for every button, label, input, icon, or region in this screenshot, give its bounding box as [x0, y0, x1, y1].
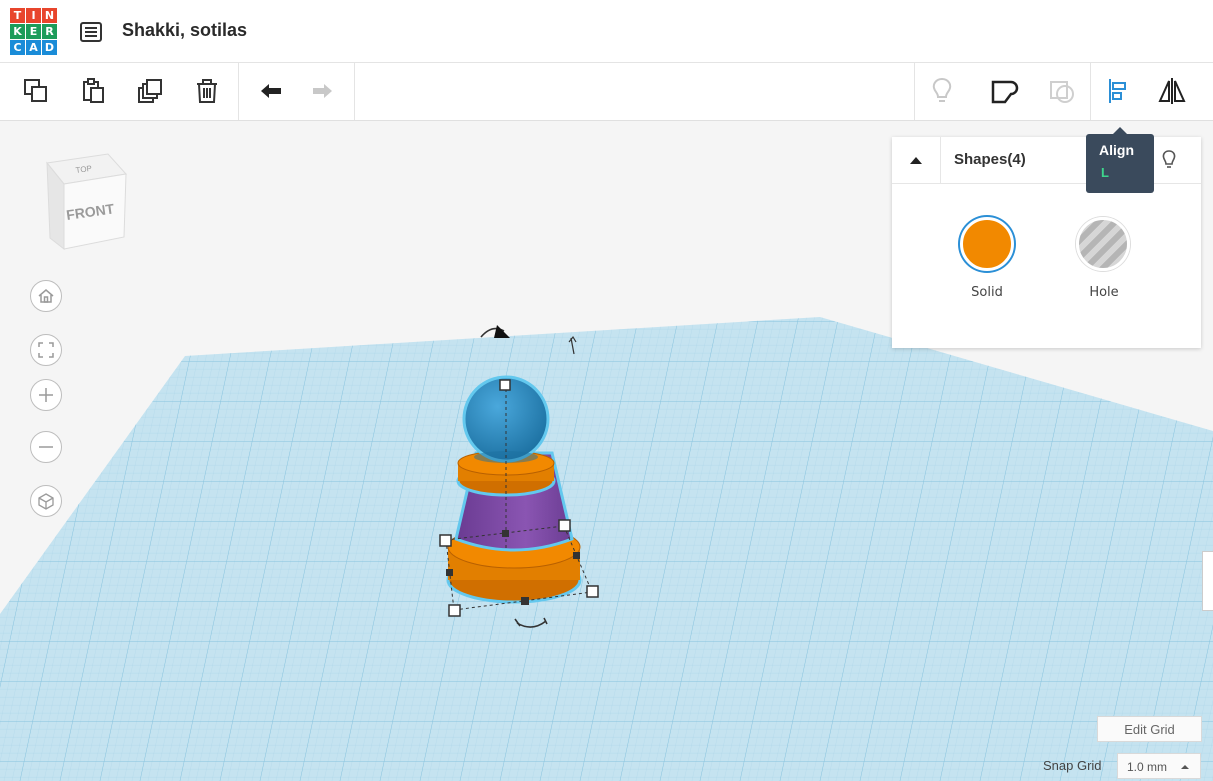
logo-letter: A [26, 40, 41, 55]
group-button[interactable] [984, 71, 1024, 111]
caret-up-icon [910, 157, 922, 164]
inspector-header: Shapes(4) [892, 137, 1201, 184]
mirror-button[interactable] [1152, 71, 1192, 111]
ungroup-button[interactable] [1042, 71, 1082, 111]
delete-icon [197, 79, 217, 103]
header: T I N K E R C A D Shakki, sotilas [0, 0, 1213, 63]
zoom-out-button[interactable] [30, 431, 62, 463]
notes-button[interactable] [922, 71, 962, 111]
tooltip-label: Align [1099, 142, 1134, 158]
lightbulb-icon[interactable] [1160, 149, 1178, 171]
toolbar-divider [914, 63, 915, 120]
mirror-icon [1158, 78, 1186, 104]
zoom-in-button[interactable] [30, 379, 62, 411]
toolbar-divider [1090, 63, 1091, 120]
logo-letter: K [10, 24, 25, 39]
design-menu-button[interactable] [80, 22, 102, 42]
duplicate-button[interactable] [130, 71, 170, 111]
lightbulb-icon [932, 77, 952, 102]
shape-inspector-panel: Shapes(4) Solid Hole [892, 137, 1201, 348]
copy-button[interactable] [16, 71, 56, 111]
hole-swatch[interactable] [1076, 217, 1130, 271]
group-icon [991, 80, 1019, 104]
perspective-button[interactable] [30, 485, 62, 517]
redo-icon [313, 84, 332, 98]
logo-letter: N [42, 8, 57, 23]
snap-grid-value: 1.0 mm [1127, 760, 1168, 774]
undo-button[interactable] [251, 71, 291, 111]
home-view-icon [38, 289, 54, 303]
delete-button[interactable] [187, 71, 227, 111]
copy-icon [24, 79, 47, 102]
hole-label: Hole [1089, 285, 1119, 300]
zoom-in-icon [39, 388, 53, 402]
logo-letter: T [10, 8, 25, 23]
duplicate-icon [138, 79, 162, 103]
solid-label: Solid [971, 285, 1003, 300]
edit-grid-button[interactable]: Edit Grid [1097, 716, 1202, 742]
tooltip-shortcut: L [1101, 165, 1109, 180]
caret-up-icon [1181, 765, 1189, 769]
paste-button[interactable] [74, 71, 114, 111]
perspective-icon [38, 493, 54, 510]
rotate-handle-icon[interactable] [480, 325, 510, 338]
tooltip-arrow [1113, 127, 1127, 134]
side-panel-toggle[interactable] [1202, 551, 1213, 611]
logo-letter: C [10, 40, 25, 55]
inspector-title: Shapes(4) [954, 151, 1026, 168]
collapse-button[interactable] [892, 137, 941, 183]
snap-grid-label: Snap Grid [1043, 758, 1102, 773]
align-icon [1109, 79, 1126, 103]
logo-letter: D [42, 40, 57, 55]
fit-view-icon [38, 342, 54, 358]
view-cube[interactable]: TOP FRONT [46, 153, 127, 251]
logo-letter: R [42, 24, 57, 39]
logo-letter: I [26, 8, 41, 23]
logo-letter: E [26, 24, 41, 39]
home-view-button[interactable] [30, 280, 62, 312]
solid-color-swatch[interactable] [960, 217, 1014, 271]
paste-icon [83, 78, 104, 103]
fit-view-button[interactable] [30, 334, 62, 366]
toolbar-divider [354, 63, 355, 120]
redo-button[interactable] [302, 71, 342, 111]
design-title[interactable]: Shakki, sotilas [122, 20, 247, 41]
zoom-out-icon [39, 446, 53, 448]
ungroup-icon [1050, 81, 1074, 103]
align-tooltip: Align L [1086, 134, 1154, 193]
tinkercad-logo[interactable]: T I N K E R C A D [10, 8, 58, 56]
align-button[interactable] [1098, 71, 1138, 111]
undo-icon [261, 84, 281, 98]
snap-grid-select[interactable]: 1.0 mm [1117, 753, 1201, 779]
toolbar [0, 63, 1213, 121]
toolbar-divider [238, 63, 239, 120]
